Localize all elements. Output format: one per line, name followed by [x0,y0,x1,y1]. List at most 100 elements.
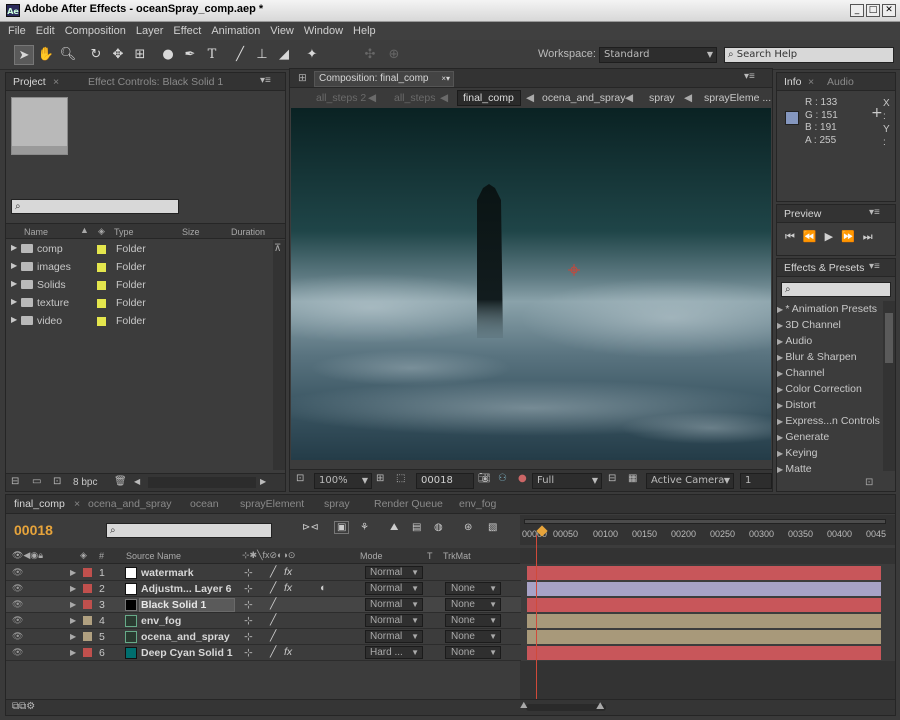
grid-toggle-icon[interactable]: ▦ [628,473,637,484]
expand-arrow-icon[interactable]: ▶ [70,568,76,577]
layer-name[interactable]: Black Solid 1 [141,599,206,611]
list-item[interactable]: ▶ images Folder [6,258,276,276]
list-item[interactable]: ▶ Express...n Controls [777,415,880,427]
previous-frame-icon[interactable]: ⏪ [803,230,817,244]
search-help-input[interactable]: ⌕ Search Help [724,47,894,63]
zoom-in-icon[interactable]: ⛰ [596,701,604,712]
quality-switch-icon[interactable]: ╱ [270,630,276,642]
frame-blending-icon[interactable]: ▤ [412,522,421,533]
list-item[interactable]: ▶ Matte [777,463,812,475]
eraser-icon[interactable]: ◢ [274,45,294,65]
current-time-display[interactable]: 00018 [416,473,474,489]
column-name[interactable]: Name [24,227,48,237]
list-item[interactable]: ▶ comp Folder [6,240,276,258]
list-item[interactable]: ▶ Generate [777,431,829,443]
quality-switch-icon[interactable]: ╱ [270,598,276,610]
project-hscrollbar[interactable] [148,477,256,488]
track-matte-select[interactable]: None ▼ [445,598,501,611]
motion-blur-icon[interactable]: ◍ [434,522,443,533]
layer-duration-bar[interactable] [527,566,881,580]
tab-project[interactable]: Project [13,76,46,88]
expand-arrow-icon[interactable]: ▶ [70,584,76,593]
shy-switch-icon[interactable]: ⊹ [244,599,253,611]
adjustment-layer-icon[interactable]: ◐ [320,582,326,594]
blend-mode-select[interactable]: Normal ▼ [365,566,423,579]
playhead-line[interactable] [536,535,537,701]
breadcrumb-spray[interactable]: spray [649,92,675,104]
layer-duration-bar[interactable] [527,614,881,628]
fast-previews-icon[interactable]: ⊟ [608,473,616,484]
bit-depth-label[interactable]: 8 bpc [73,477,97,488]
eye-icon[interactable]: 👁︎ [12,583,23,594]
layer-duration-bar[interactable] [527,582,881,596]
layer-name[interactable]: ocena_and_spray [141,631,230,643]
tab-effects-presets[interactable]: Effects & Presets [784,262,864,274]
brainstorm-icon[interactable]: ▧ [488,522,497,533]
quality-switch-icon[interactable]: ╱ [270,566,276,578]
expand-arrow-icon[interactable]: ▶ [70,648,76,657]
track-matte-select[interactable]: None ▼ [445,646,501,659]
breadcrumb-all-steps[interactable]: all_steps [394,92,435,104]
column-size[interactable]: Size [182,227,200,237]
track-matte-select[interactable]: None ▼ [445,614,501,627]
layer-name[interactable]: env_fog [141,615,181,627]
shy-switch-icon[interactable]: ⊹ [244,583,253,595]
blend-mode-select[interactable]: Normal ▼ [365,614,423,627]
zoom-select[interactable]: 100% ▼ [314,473,372,489]
track-matte-select[interactable]: None ▼ [445,582,501,595]
blend-mode-select[interactable]: Normal ▼ [365,598,423,611]
panel-menu-icon[interactable]: ▾≡ [869,207,880,218]
track-matte-select[interactable]: None ▼ [445,630,501,643]
last-frame-icon[interactable]: ⏭ [863,230,873,244]
list-item[interactable]: ▶ Channel [777,367,825,379]
breadcrumb-all-steps-2[interactable]: all_steps 2 [316,92,366,104]
label-color[interactable] [83,632,92,641]
layer-name[interactable]: Adjustm... Layer 6 [141,583,231,595]
label-color[interactable] [83,600,92,609]
eye-icon[interactable]: 👁︎ [12,631,23,642]
panel-menu-icon[interactable]: ▾≡ [869,261,880,272]
camera-select[interactable]: Active Camera ▼ [646,473,734,489]
column-duration[interactable]: Duration [231,227,265,237]
resolution-select[interactable]: Full ▼ [532,473,602,489]
close-icon[interactable]: ×▾ [441,72,450,86]
tab-ocean[interactable]: ocean [190,498,219,510]
tab-render-queue[interactable]: Render Queue [374,498,443,510]
mask-ellipse-icon[interactable]: ● [158,45,178,65]
column-type[interactable]: Type [114,227,134,237]
table-row[interactable]: 👁︎ ▶ 5 ocena_and_spray ⊹ ╱ Normal ▼ None ▼ [6,629,521,645]
menu-file[interactable]: File [8,25,26,37]
list-item[interactable]: ▶ Distort [777,399,816,411]
tab-audio[interactable]: Audio [827,76,854,88]
menu-view[interactable]: View [270,25,294,37]
shy-switch-icon[interactable]: ⊹ [244,615,253,627]
list-item[interactable]: ▶ Audio [777,335,812,347]
workspace-select[interactable]: Standard ▼ [599,47,717,63]
tab-info[interactable]: Info [784,76,802,88]
shy-switch-icon[interactable]: ⊹ [244,567,253,579]
channel-icon[interactable]: ● [518,473,527,484]
work-area-bar[interactable] [524,519,886,524]
hand-tool-icon[interactable]: ✋ [36,45,56,65]
eye-icon[interactable]: 👁︎ [12,615,23,626]
type-tool-icon[interactable]: T [202,45,222,65]
layer-search-input[interactable]: ⌕ [106,523,272,538]
trash-icon[interactable]: 🗑︎ [114,476,127,487]
current-timecode[interactable]: 00018 [14,522,53,538]
effects-search-input[interactable]: ⌕ [781,282,891,297]
layer-name[interactable]: watermark [141,567,194,579]
blend-mode-select[interactable]: Normal ▼ [365,630,423,643]
selection-tool-icon[interactable]: ➤ [14,45,34,65]
list-item[interactable]: ▶ * Animation Presets [777,303,877,315]
expand-arrow-icon[interactable]: ▶ [70,600,76,609]
tab-composition[interactable]: Composition: final_comp ×▾ [314,71,454,87]
rotate-tool-icon[interactable]: ↻ [86,45,106,65]
table-row[interactable]: 👁︎ ▶ 3 Black Solid 1 ⊹ ╱ Normal ▼ None ▼ [6,597,521,613]
layer-name[interactable]: Deep Cyan Solid 1 [141,647,233,659]
layer-duration-bar[interactable] [527,598,881,612]
toggle-switches-icon[interactable]: ⧉⧉⚙ [12,701,35,712]
puppet-pin-icon[interactable]: ✦ [302,45,322,65]
list-item[interactable]: ▶ Blur & Sharpen [777,351,857,363]
interpret-footage-icon[interactable]: ⊟ [11,476,19,487]
next-frame-icon[interactable]: ⏩ [841,230,855,244]
